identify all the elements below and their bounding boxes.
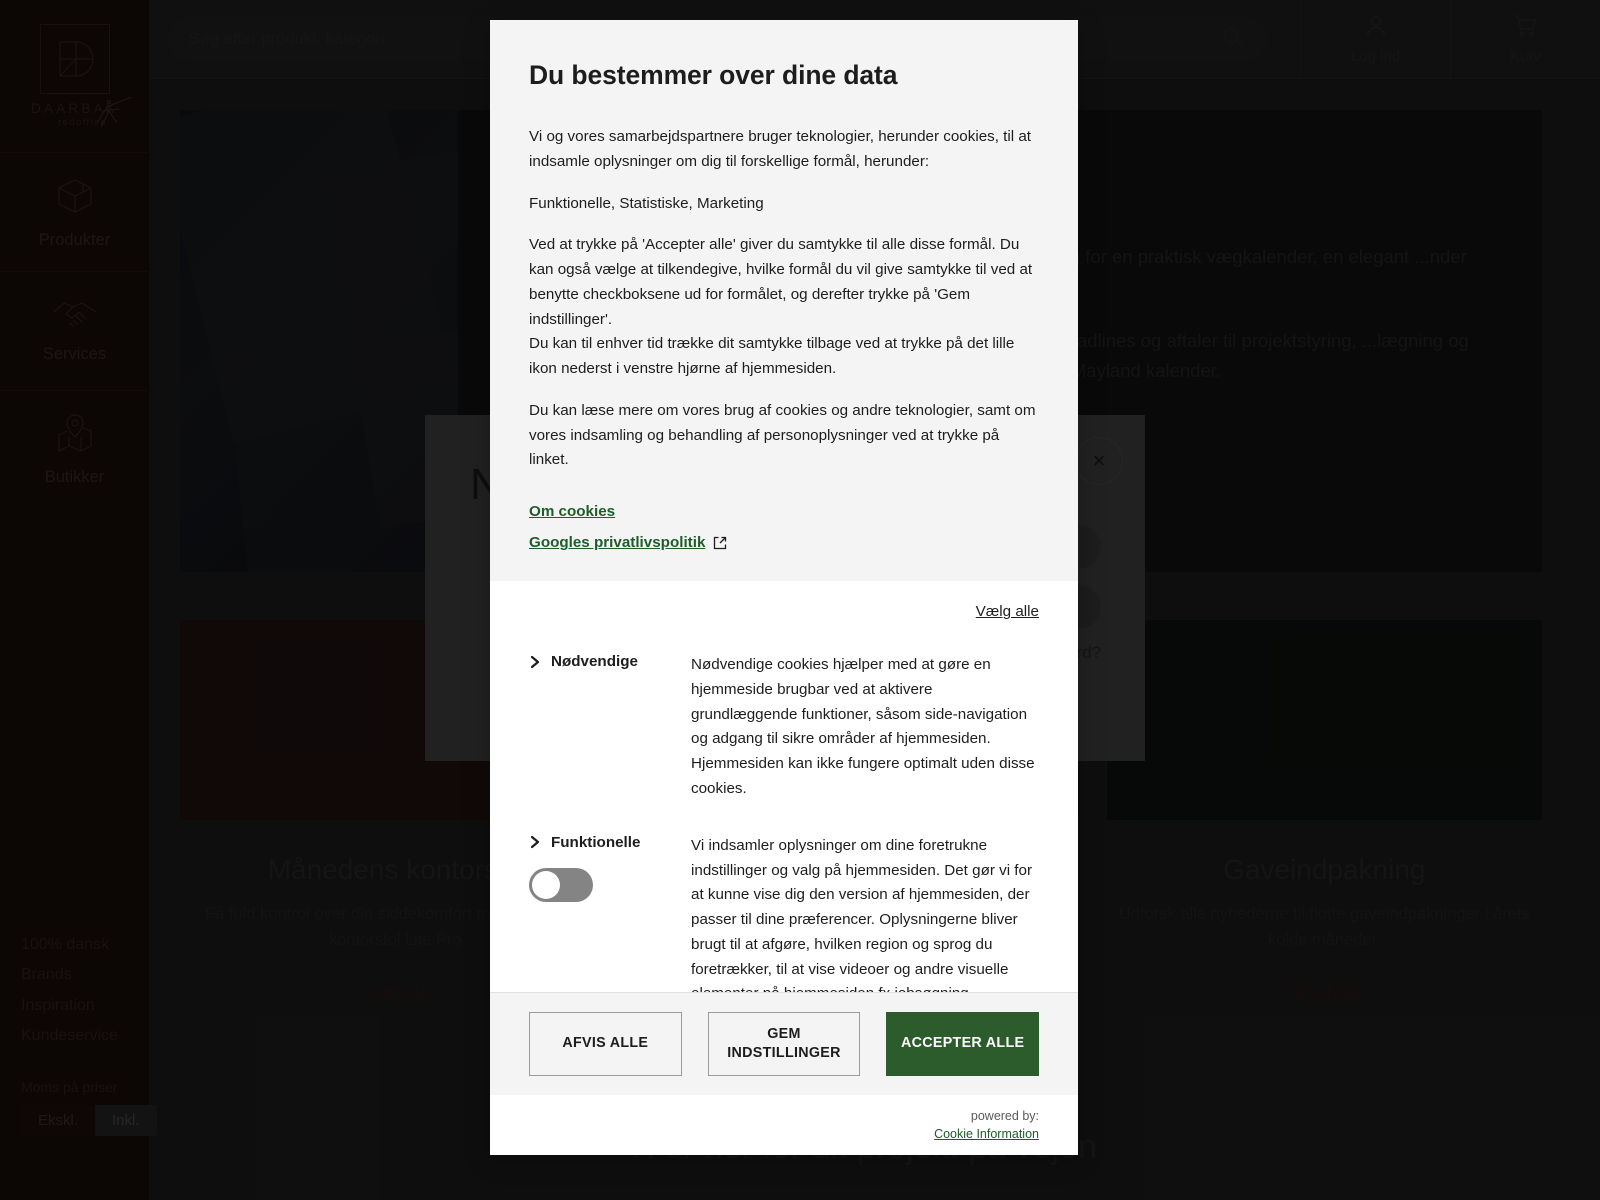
select-all-link[interactable]: Vælg alle — [976, 603, 1039, 620]
category-description: Vi indsamler oplysninger om dine foretru… — [691, 836, 1033, 992]
accept-all-button[interactable]: ACCEPTER ALLE — [886, 1012, 1040, 1076]
cookie-intro-text: Vi og vores samarbejdspartnere bruger te… — [529, 128, 1032, 170]
functional-cookies-switch[interactable] — [529, 867, 593, 902]
switch-knob — [532, 870, 560, 899]
cookie-categories-scroll[interactable]: Vælg alle Nødvendige Nødvendige cookies … — [490, 581, 1078, 992]
category-description: Nødvendige cookies hjælper med at gøre e… — [691, 656, 1035, 798]
google-privacy-link[interactable]: Googles privatlivspolitik — [529, 534, 705, 551]
about-cookies-link[interactable]: Om cookies — [529, 503, 615, 520]
chevron-right-icon — [529, 835, 541, 849]
external-link-icon — [713, 536, 727, 550]
category-toggle-necessary[interactable]: Nødvendige — [529, 653, 691, 670]
powered-by-block: powered by: Cookie Information — [490, 1095, 1078, 1155]
category-name: Nødvendige — [551, 653, 638, 671]
cookie-category-row: Nødvendige Nødvendige cookies hjælper me… — [529, 653, 1039, 802]
cookie-dialog-title: Du bestemmer over dine data — [529, 60, 898, 90]
google-policy-row: Googles privatlivspolitik — [529, 534, 1039, 551]
reject-all-button[interactable]: AFVIS ALLE — [529, 1012, 682, 1076]
cookie-category-row: Funktionelle Vi indsamler oplysninger om… — [529, 834, 1039, 992]
category-name: Funktionelle — [551, 833, 641, 851]
cookie-purposes-text: Funktionelle, Statistiske, Marketing — [529, 194, 764, 212]
cookie-body-text-2: Du kan læse mere om vores brug af cookie… — [529, 401, 1036, 469]
cookie-dialog-actions: AFVIS ALLE GEM INDSTILLINGER ACCEPTER AL… — [490, 992, 1078, 1095]
category-control: Funktionelle — [529, 834, 691, 992]
cookie-body-text-1: Ved at trykke på 'Accepter alle' giver d… — [529, 236, 1033, 378]
cookie-consent-dialog: Du bestemmer over dine data Vi og vores … — [490, 20, 1078, 1155]
cookie-information-link[interactable]: Cookie Information — [529, 1127, 1039, 1141]
cookie-dialog-header: Du bestemmer over dine data Vi og vores … — [490, 20, 1078, 582]
category-control: Nødvendige — [529, 653, 691, 802]
select-all-row: Vælg alle — [529, 581, 1039, 621]
save-settings-button[interactable]: GEM INDSTILLINGER — [707, 1012, 861, 1076]
powered-by-label: powered by: — [970, 1109, 1039, 1123]
category-toggle-functional[interactable]: Funktionelle — [529, 834, 691, 851]
chevron-right-icon — [529, 655, 541, 669]
